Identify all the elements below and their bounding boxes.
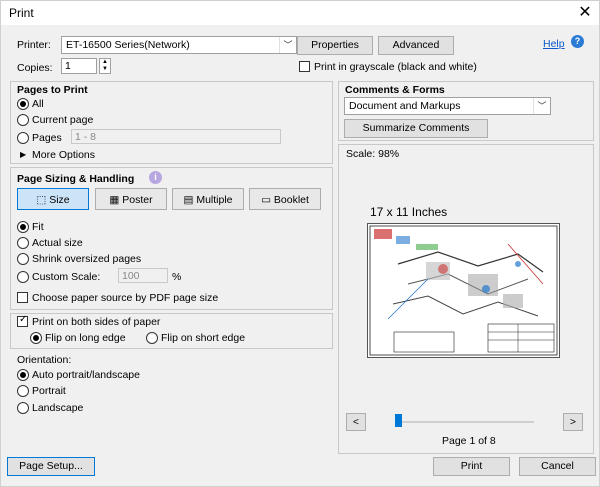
tab-poster-label: Poster xyxy=(122,194,153,206)
flip-long-label: Flip on long edge xyxy=(45,332,126,344)
size-icon: ⬚ xyxy=(36,194,47,206)
orientation-label: Orientation: xyxy=(17,354,72,366)
printer-label: Printer: xyxy=(17,39,51,51)
advanced-button[interactable]: Advanced xyxy=(378,36,454,55)
checkmark-icon: ✓ xyxy=(19,314,28,325)
auto-orientation-radio[interactable] xyxy=(17,369,29,381)
prev-page-button[interactable]: < xyxy=(346,413,366,431)
fit-label: Fit xyxy=(32,221,44,233)
flip-short-radio[interactable] xyxy=(146,332,158,344)
print-dialog: Print ✕ Printer: ET-16500 Series(Network… xyxy=(0,0,600,487)
page-slider-thumb[interactable] xyxy=(395,414,402,427)
cancel-button[interactable]: Cancel xyxy=(519,457,596,476)
properties-button[interactable]: Properties xyxy=(297,36,373,55)
current-page-label: Current page xyxy=(32,114,94,126)
page-preview xyxy=(367,223,560,358)
paper-source-checkbox[interactable] xyxy=(17,292,28,303)
all-pages-label: All xyxy=(32,98,44,110)
portrait-radio[interactable] xyxy=(17,385,29,397)
tab-multiple-label: Multiple xyxy=(196,194,233,206)
grayscale-checkbox[interactable] xyxy=(299,61,310,72)
shrink-radio[interactable] xyxy=(17,253,29,265)
grayscale-label: Print in grayscale (black and white) xyxy=(314,61,477,73)
print-button[interactable]: Print xyxy=(433,457,510,476)
tab-booklet[interactable]: ▭ Booklet xyxy=(249,188,321,210)
printer-select-value: ET-16500 Series(Network) xyxy=(66,39,190,51)
comments-forms-select[interactable]: Document and Markups ﹀ xyxy=(344,97,551,115)
more-options-label[interactable]: More Options xyxy=(32,149,95,161)
drawing-thumbnail xyxy=(369,225,558,356)
printer-select[interactable]: ET-16500 Series(Network) ﹀ xyxy=(61,36,297,54)
pages-label: Pages xyxy=(32,132,62,144)
copies-label: Copies: xyxy=(17,62,53,74)
pages-range-input[interactable]: 1 - 8 xyxy=(71,129,281,144)
fit-radio[interactable] xyxy=(17,221,29,233)
info-icon[interactable]: i xyxy=(149,171,162,184)
actual-size-label: Actual size xyxy=(32,237,83,249)
shrink-label: Shrink oversized pages xyxy=(32,253,142,265)
page-setup-button[interactable]: Page Setup... xyxy=(7,457,95,476)
tab-size[interactable]: ⬚ Size xyxy=(17,188,89,210)
comments-forms-select-value: Document and Markups xyxy=(349,100,461,112)
help-icon[interactable]: ? xyxy=(571,35,584,48)
both-sides-label: Print on both sides of paper xyxy=(32,316,161,328)
title-bar: Print ✕ xyxy=(1,1,599,25)
portrait-label: Portrait xyxy=(32,385,66,397)
poster-icon: ▦ xyxy=(109,194,120,206)
page-sizing-heading: Page Sizing & Handling xyxy=(17,173,135,185)
multiple-icon: ▤ xyxy=(183,194,194,206)
current-page-radio[interactable] xyxy=(17,114,29,126)
window-title: Print xyxy=(9,6,34,20)
copies-stepper[interactable]: ▲ ▼ xyxy=(99,58,111,74)
page-slider-track[interactable] xyxy=(398,421,534,423)
paper-size-label: 17 x 11 Inches xyxy=(370,205,448,219)
flip-long-radio[interactable] xyxy=(30,332,42,344)
landscape-radio[interactable] xyxy=(17,402,29,414)
chevron-down-icon: ﹀ xyxy=(533,98,550,114)
comments-forms-heading: Comments & Forms xyxy=(345,84,445,96)
close-icon[interactable]: ✕ xyxy=(575,3,595,23)
actual-size-radio[interactable] xyxy=(17,237,29,249)
tab-booklet-label: Booklet xyxy=(273,194,309,206)
copies-input[interactable]: 1 xyxy=(61,58,97,74)
flip-short-label: Flip on short edge xyxy=(161,332,246,344)
custom-scale-input[interactable]: 100 xyxy=(118,268,168,283)
percent-label: % xyxy=(172,271,182,283)
scale-readout: Scale: 98% xyxy=(346,148,400,160)
auto-orientation-label: Auto portrait/landscape xyxy=(32,369,140,381)
page-indicator: Page 1 of 8 xyxy=(442,435,496,447)
landscape-label: Landscape xyxy=(32,402,84,414)
booklet-icon: ▭ xyxy=(261,194,271,206)
custom-scale-label: Custom Scale: xyxy=(32,271,101,283)
both-sides-checkbox[interactable]: ✓ xyxy=(17,314,28,327)
expand-arrow-icon[interactable]: ▶ xyxy=(20,150,26,159)
help-link[interactable]: Help xyxy=(543,38,565,50)
next-page-button[interactable]: > xyxy=(563,413,583,431)
all-pages-radio[interactable] xyxy=(17,98,29,110)
custom-scale-radio[interactable] xyxy=(17,271,29,283)
tab-size-label: Size xyxy=(49,194,70,206)
summarize-comments-button[interactable]: Summarize Comments xyxy=(344,119,488,138)
chevron-down-icon: ﹀ xyxy=(279,37,296,53)
paper-source-label: Choose paper source by PDF page size xyxy=(32,292,219,304)
pages-radio[interactable] xyxy=(17,132,29,144)
tab-poster[interactable]: ▦ Poster xyxy=(95,188,167,210)
tab-multiple[interactable]: ▤ Multiple xyxy=(172,188,244,210)
pages-to-print-heading: Pages to Print xyxy=(17,84,88,96)
